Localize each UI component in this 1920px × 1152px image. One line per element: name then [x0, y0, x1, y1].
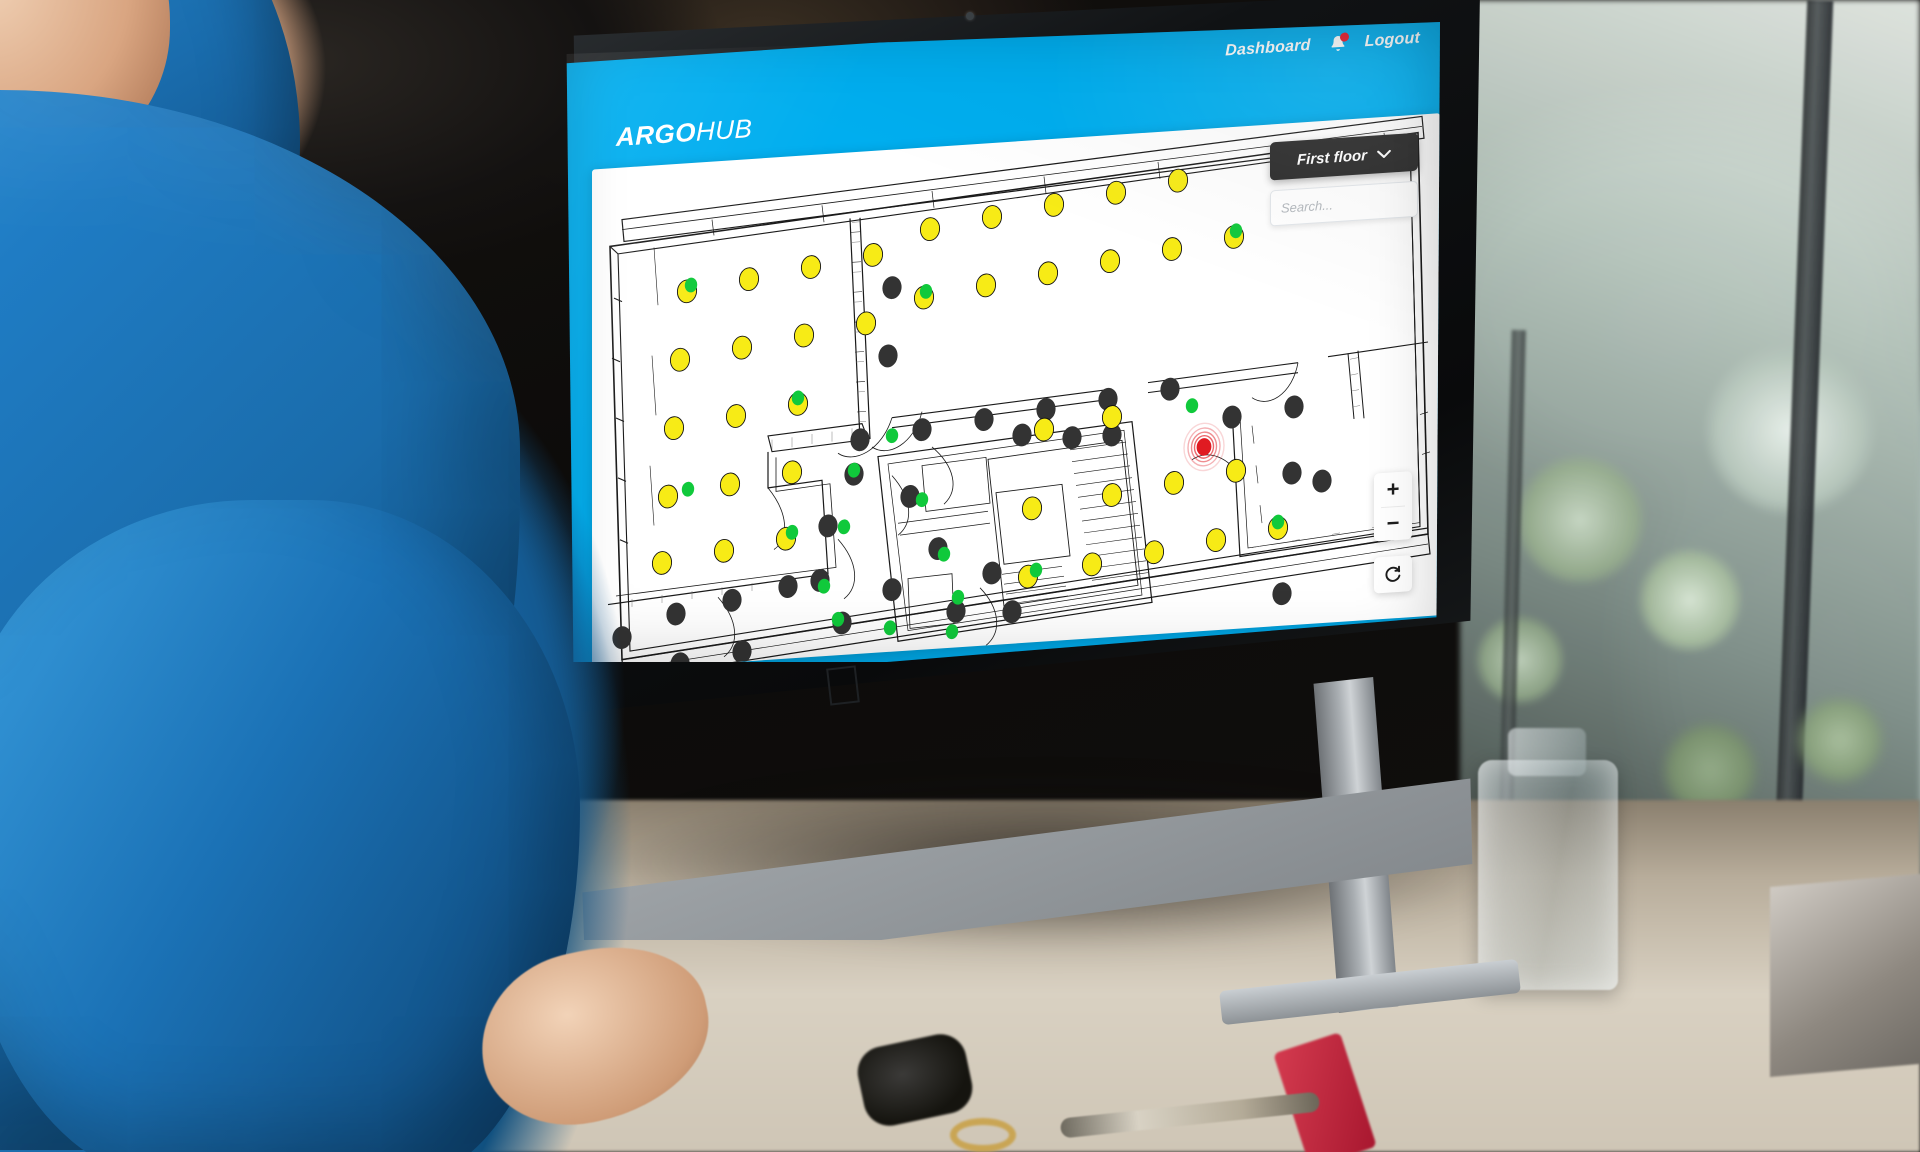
- logout-arrow-icon[interactable]: [1438, 26, 1440, 47]
- bell-icon[interactable]: [1329, 32, 1349, 54]
- sensor-marker-connected[interactable]: [1029, 562, 1043, 578]
- sensor-marker-active[interactable]: [1143, 540, 1165, 565]
- chevron-down-icon: [1377, 149, 1391, 158]
- sensor-marker-offline[interactable]: [1012, 423, 1032, 447]
- sensor-marker-connected[interactable]: [1185, 398, 1199, 414]
- sensor-marker-connected[interactable]: [945, 624, 959, 640]
- nav-logout-link[interactable]: Logout: [1365, 30, 1420, 52]
- sensor-marker-active[interactable]: [1099, 249, 1121, 274]
- sensor-marker-active[interactable]: [1043, 193, 1065, 217]
- sensor-marker-offline[interactable]: [1282, 461, 1302, 485]
- zoom-in-button[interactable]: +: [1374, 471, 1412, 507]
- sensor-marker-offline[interactable]: [912, 418, 932, 442]
- sensor-marker-offline[interactable]: [1272, 582, 1292, 606]
- sensor-marker-offline[interactable]: [882, 276, 902, 300]
- sensor-marker-active[interactable]: [919, 217, 941, 241]
- sensor-marker-active[interactable]: [1163, 471, 1185, 495]
- sensor-marker-active[interactable]: [1033, 417, 1055, 442]
- sensor-marker-active[interactable]: [975, 273, 997, 298]
- nav-dashboard-link[interactable]: Dashboard: [1225, 37, 1310, 61]
- sensor-marker-offline[interactable]: [1312, 469, 1332, 493]
- sensor-marker-connected[interactable]: [885, 428, 899, 444]
- sensor-marker-offline[interactable]: [882, 578, 902, 602]
- floor-select-value: First floor: [1297, 146, 1367, 169]
- sensor-marker-active[interactable]: [1021, 496, 1043, 521]
- reset-view-button[interactable]: [1374, 555, 1412, 594]
- notification-badge: [1339, 32, 1349, 42]
- sensor-marker-active[interactable]: [1101, 483, 1123, 507]
- sensor-marker-offline[interactable]: [1222, 405, 1242, 429]
- refresh-icon: [1385, 565, 1401, 582]
- sensor-marker-active[interactable]: [1037, 261, 1059, 286]
- sensor-marker-active[interactable]: [1167, 168, 1189, 193]
- sensor-marker-active[interactable]: [862, 243, 884, 267]
- sensor-marker-alert[interactable]: [1196, 438, 1212, 457]
- top-navigation: Dashboard Logout: [1225, 26, 1440, 61]
- sensor-marker-offline[interactable]: [878, 344, 898, 368]
- zoom-out-button[interactable]: −: [1374, 506, 1412, 542]
- sensor-marker-offline[interactable]: [982, 561, 1002, 585]
- sensor-marker-active[interactable]: [981, 205, 1003, 229]
- photo-scene:  Dashboard Logout: [0, 0, 1920, 1152]
- search-input[interactable]: [1281, 188, 1440, 216]
- glass-jar-neck: [1508, 728, 1586, 776]
- zoom-controls[interactable]: + −: [1374, 471, 1412, 542]
- person-silhouette: [0, 0, 860, 1152]
- sensor-marker-active[interactable]: [1225, 458, 1247, 483]
- sensor-marker-active[interactable]: [1081, 552, 1103, 577]
- stone-object: [1770, 873, 1920, 1077]
- sensor-marker-active[interactable]: [1161, 237, 1183, 261]
- brass-ring-object: [950, 1118, 1016, 1152]
- sensor-marker-offline[interactable]: [1284, 395, 1304, 419]
- sensor-marker-connected[interactable]: [883, 620, 897, 636]
- sensor-marker-offline[interactable]: [974, 407, 994, 431]
- sensor-marker-active[interactable]: [1205, 528, 1227, 552]
- glass-jar: [1478, 760, 1618, 990]
- sensor-marker-offline[interactable]: [1002, 600, 1022, 624]
